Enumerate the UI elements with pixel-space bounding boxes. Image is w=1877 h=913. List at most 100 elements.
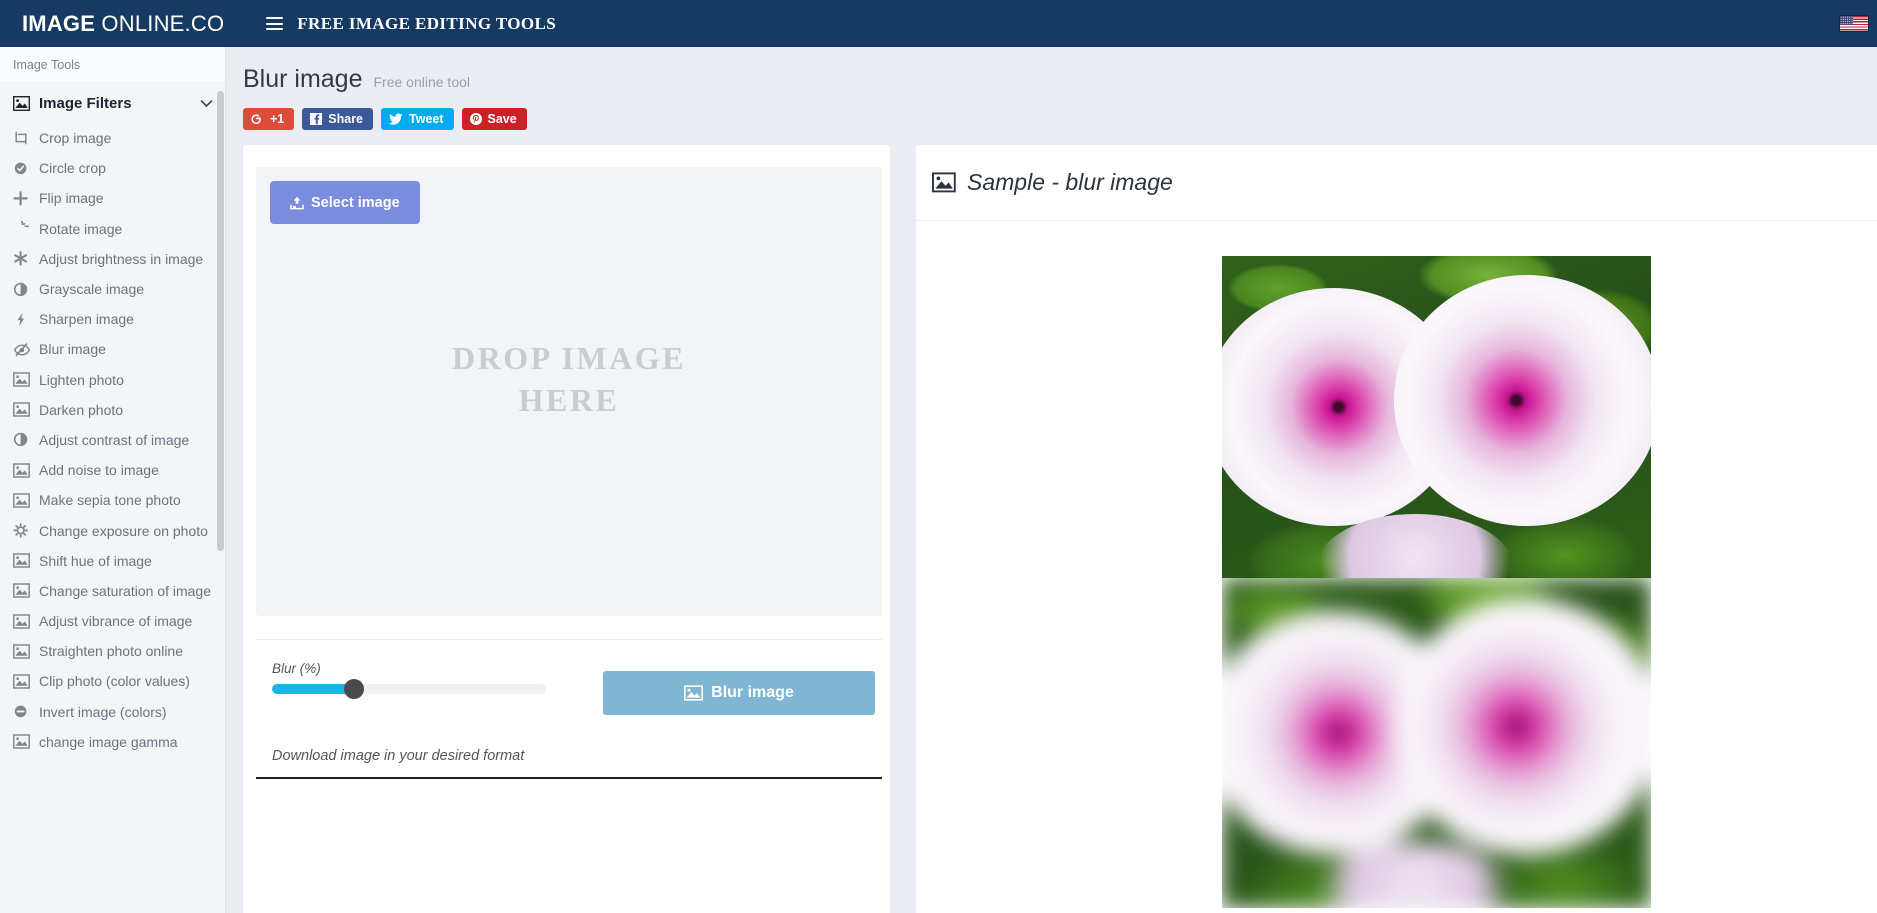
blurred-flower-photo	[1222, 578, 1651, 908]
sidebar-item-label: Adjust brightness in image	[39, 250, 204, 267]
blur-slider[interactable]	[272, 679, 546, 699]
image-icon	[13, 734, 35, 750]
social-share-bar: +1 Share Tweet Save	[226, 94, 1877, 130]
sidebar-item-label: Crop image	[39, 130, 112, 147]
image-icon	[13, 462, 35, 478]
blur-image-label: Blur image	[711, 684, 794, 701]
blur-slider-fill	[272, 684, 355, 694]
sidebar-item-change-saturation-of-image[interactable]: Change saturation of image	[0, 576, 225, 606]
sidebar-item-adjust-brightness-in-image[interactable]: Adjust brightness in image	[0, 244, 225, 274]
sidebar-item-label: Rotate image	[39, 220, 123, 237]
sidebar-item-label: Invert image (colors)	[39, 703, 167, 720]
us-flag-icon[interactable]	[1839, 15, 1869, 32]
page-subtitle: Free online tool	[373, 74, 471, 90]
upload-icon	[290, 196, 304, 210]
facebook-share-button[interactable]: Share	[302, 108, 374, 130]
sidebar-item-label: Darken photo	[39, 401, 124, 418]
sidebar-item-invert-image-colors[interactable]: Invert image (colors)	[0, 697, 225, 727]
sidebar-item-label: Adjust vibrance of image	[39, 613, 193, 630]
bolt-icon	[13, 312, 35, 327]
download-format-note: Download image in your desired format	[272, 748, 525, 764]
pinterest-icon	[469, 113, 482, 125]
select-image-label: Select image	[311, 194, 400, 211]
sidebar-item-label: Change exposure on photo	[39, 522, 208, 539]
sidebar: Image Tools Image Filters Crop image Circ…	[0, 47, 226, 913]
image-icon	[13, 95, 35, 111]
social-label: Tweet	[409, 112, 444, 126]
chevron-down-icon[interactable]	[200, 96, 213, 111]
sidebar-item-rotate-image[interactable]: Rotate image	[0, 214, 225, 244]
select-image-button[interactable]: Select image	[270, 181, 420, 224]
sidebar-item-change-image-gamma[interactable]: change image gamma	[0, 727, 225, 757]
sidebar-item-flip-image[interactable]: Flip image	[0, 183, 225, 213]
sidebar-item-label: Add noise to image	[39, 462, 159, 479]
sidebar-item-add-noise-to-image[interactable]: Add noise to image	[0, 455, 225, 485]
sidebar-item-blur-image[interactable]: Blur image	[0, 334, 225, 364]
brand-logo[interactable]: IMAGE ONLINE.CO	[0, 11, 224, 37]
sidebar-item-darken-photo[interactable]: Darken photo	[0, 395, 225, 425]
editor-card: Select image DROP IMAGE HERE Blur (%) Bl	[243, 145, 890, 913]
image-dropzone[interactable]: Select image DROP IMAGE HERE	[256, 167, 882, 616]
sidebar-item-clip-photo-color-values[interactable]: Clip photo (color values)	[0, 666, 225, 696]
blur-slider-handle[interactable]	[344, 679, 365, 699]
sidebar-item-shift-hue-of-image[interactable]: Shift hue of image	[0, 546, 225, 576]
nav-toggle-group[interactable]: FREE IMAGE EDITING TOOLS	[266, 14, 556, 34]
check-circle-icon	[13, 161, 35, 176]
card-divider	[256, 639, 882, 640]
sidebar-item-lighten-photo[interactable]: Lighten photo	[0, 365, 225, 395]
sidebar-item-label: Grayscale image	[39, 281, 145, 298]
sidebar-item-crop-image[interactable]: Crop image	[0, 123, 225, 153]
sidebar-item-make-sepia-tone-photo[interactable]: Make sepia tone photo	[0, 485, 225, 515]
original-flower-photo	[1222, 256, 1651, 578]
page-header: Blur image Free online tool	[226, 47, 1877, 94]
minus-circle-icon	[13, 704, 35, 719]
social-label: +1	[270, 112, 285, 126]
sample-image-stack	[1222, 256, 1651, 908]
google-plus-share-button[interactable]: +1	[243, 108, 295, 130]
twitter-share-button[interactable]: Tweet	[381, 108, 454, 130]
image-icon	[932, 172, 956, 193]
blur-slider-label: Blur (%)	[272, 661, 321, 676]
sidebar-item-adjust-vibrance-of-image[interactable]: Adjust vibrance of image	[0, 606, 225, 636]
image-icon	[13, 372, 35, 387]
google-plus-icon	[251, 114, 264, 125]
sidebar-item-straighten-photo-online[interactable]: Straighten photo online	[0, 636, 225, 666]
dropzone-line-1: DROP IMAGE	[452, 340, 686, 376]
social-label: Save	[487, 112, 517, 126]
twitter-icon	[389, 113, 403, 125]
blur-image-button[interactable]: Blur image	[603, 671, 875, 715]
brand-light: ONLINE.CO	[95, 10, 225, 36]
half-circle-icon	[13, 432, 35, 447]
image-icon	[13, 613, 35, 629]
image-icon	[13, 644, 35, 659]
sidebar-scrollbar[interactable]	[217, 91, 224, 551]
image-icon	[13, 553, 35, 568]
dropzone-placeholder-text: DROP IMAGE HERE	[256, 337, 882, 421]
pinterest-save-button[interactable]: Save	[461, 108, 527, 130]
facebook-icon	[310, 113, 323, 125]
sidebar-item-label: Make sepia tone photo	[39, 492, 181, 509]
sidebar-item-circle-crop[interactable]: Circle crop	[0, 153, 225, 183]
sidebar-item-label: change image gamma	[39, 733, 178, 750]
sidebar-heading: Image Tools	[0, 47, 225, 83]
sidebar-item-label: Straighten photo online	[39, 643, 183, 660]
note-underline	[256, 777, 882, 779]
sample-header: Sample - blur image	[916, 145, 1877, 221]
sidebar-item-adjust-contrast-of-image[interactable]: Adjust contrast of image	[0, 425, 225, 455]
sidebar-item-label: Adjust contrast of image	[39, 431, 190, 448]
sidebar-item-sharpen-image[interactable]: Sharpen image	[0, 304, 225, 334]
hamburger-menu-icon[interactable]	[266, 17, 284, 30]
asterisk-icon	[13, 251, 35, 266]
sidebar-item-change-exposure-on-photo[interactable]: Change exposure on photo	[0, 515, 225, 545]
page-title: Blur image	[243, 65, 363, 93]
top-navigation-bar: IMAGE ONLINE.CO FREE IMAGE EDITING TOOLS	[0, 0, 1877, 47]
brand-strong: IMAGE	[22, 10, 96, 36]
crop-icon	[13, 131, 35, 146]
sidebar-item-label: Flip image	[39, 190, 104, 207]
sidebar-item-grayscale-image[interactable]: Grayscale image	[0, 274, 225, 304]
sample-title: Sample - blur image	[967, 169, 1173, 195]
sidebar-group-image-filters[interactable]: Image Filters	[0, 83, 225, 123]
sidebar-item-label: Clip photo (color values)	[39, 673, 190, 690]
sidebar-item-label: Shift hue of image	[39, 552, 152, 569]
blur-slider-group: Blur (%)	[256, 661, 556, 699]
